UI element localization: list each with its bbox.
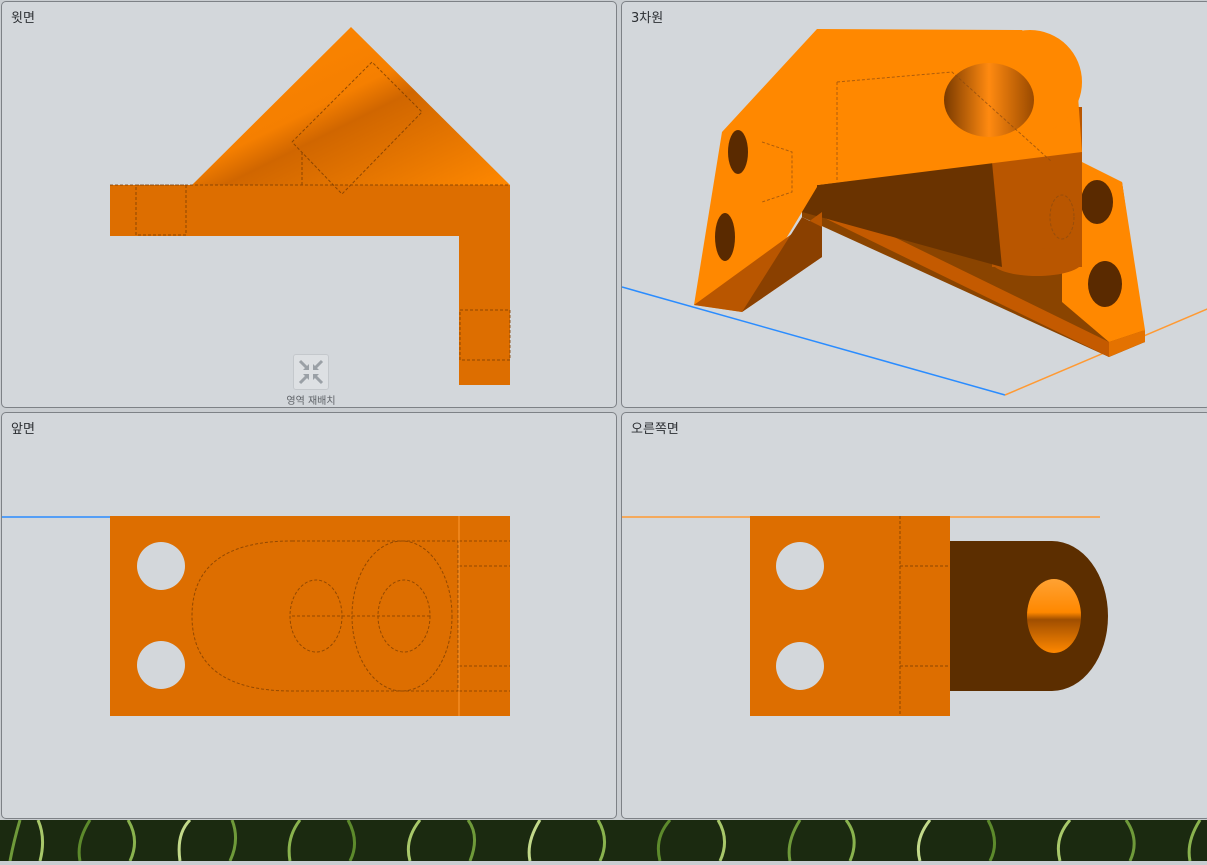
- viewport-title-3d: 3차원: [631, 11, 664, 26]
- viewport-title-top: 윗면: [11, 11, 35, 26]
- top-view-model: [110, 27, 511, 385]
- viewport-front[interactable]: 앞면: [1, 412, 617, 819]
- right-plate: [750, 516, 950, 716]
- viewport-3d[interactable]: 3차원: [621, 1, 1207, 408]
- top-triangle-rib: [192, 27, 510, 185]
- three-d-model: [622, 29, 1207, 396]
- right-view-model: [622, 516, 1108, 716]
- viewport-title-front: 앞면: [11, 422, 35, 437]
- viewport-right[interactable]: 오른쪽면: [621, 412, 1207, 819]
- desktop-wallpaper: [0, 818, 1207, 862]
- viewport-top[interactable]: 윗면 영역 재배치: [1, 1, 617, 408]
- rearrange-label: 영역 재배치: [286, 396, 336, 407]
- axis-blue: [622, 286, 1006, 396]
- viewport-title-right: 오른쪽면: [631, 422, 679, 437]
- front-view-model: [2, 516, 510, 716]
- rearrange-viewports-button[interactable]: 영역 재배치: [280, 354, 342, 407]
- collapse-arrows-icon: [293, 354, 329, 390]
